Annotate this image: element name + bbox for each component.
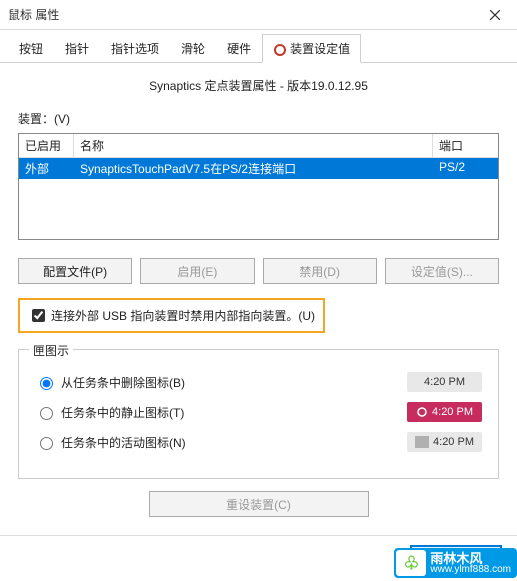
time-chip-1: 4:20 PM [407, 372, 482, 392]
close-button[interactable] [472, 0, 517, 30]
col-port[interactable]: 端口 [433, 134, 498, 157]
disable-internal-checkbox[interactable] [32, 309, 45, 322]
disable-button[interactable]: 禁用(D) [263, 258, 377, 284]
disable-internal-label: 连接外部 USB 指向装置时禁用内部指向装置。(U) [51, 307, 315, 324]
reset-device-button[interactable]: 重设装置(C) [149, 491, 369, 517]
device-table[interactable]: 已启用 名称 端口 外部 SynapticsTouchPadV7.5在PS/2连… [18, 133, 499, 240]
watermark: ♧ 雨林木风 www.ylmf888.com [394, 548, 517, 578]
profile-button[interactable]: 配置文件(P) [18, 258, 132, 284]
usb-disable-option: 连接外部 USB 指向装置时禁用内部指向装置。(U) [18, 298, 325, 333]
device-list-label: 装置：(V) [18, 110, 499, 127]
radio-active-label: 任务条中的活动图标(N) [61, 434, 407, 451]
table-row[interactable]: 外部 SynapticsTouchPadV7.5在PS/2连接端口 PS/2 [19, 158, 498, 179]
close-icon [490, 10, 500, 20]
watermark-url: www.ylmf888.com [430, 565, 511, 575]
tab-device-settings[interactable]: 装置设定值 [262, 34, 361, 63]
tab-wheel[interactable]: 滑轮 [170, 34, 216, 62]
radio-static-icon[interactable] [40, 407, 53, 420]
settings-button[interactable]: 设定值(S)... [385, 258, 499, 284]
cell-port: PS/2 [433, 158, 498, 179]
radio-remove-icon[interactable] [40, 377, 53, 390]
radio-remove-label: 从任务条中删除图标(B) [61, 374, 407, 391]
tab-pointer-options[interactable]: 指针选项 [100, 34, 170, 62]
page-subtitle: Synaptics 定点装置属性 - 版本19.0.12.95 [18, 77, 499, 94]
time-chip-2: 4:20 PM [407, 402, 482, 422]
time-chip-3: 4:20 PM [407, 432, 482, 452]
synaptics-icon [273, 43, 287, 57]
tab-buttons[interactable]: 按钮 [8, 34, 54, 62]
enable-button[interactable]: 启用(E) [140, 258, 254, 284]
cell-enabled: 外部 [19, 158, 74, 179]
tray-icon-group: 匣图示 从任务条中删除图标(B) 4:20 PM 任务条中的静止图标(T) 4:… [18, 349, 499, 479]
cell-name: SynapticsTouchPadV7.5在PS/2连接端口 [74, 158, 433, 179]
window-title: 鼠标 属性 [8, 6, 59, 23]
tab-hardware[interactable]: 硬件 [216, 34, 262, 62]
tab-bar: 按钮 指针 指针选项 滑轮 硬件 装置设定值 [0, 30, 517, 63]
col-enabled[interactable]: 已启用 [19, 134, 74, 157]
synaptics-tray-icon [416, 406, 428, 418]
tab-pointer[interactable]: 指针 [54, 34, 100, 62]
touchpad-tray-icon [415, 436, 429, 448]
col-name[interactable]: 名称 [74, 134, 433, 157]
tray-legend: 匣图示 [29, 342, 73, 359]
watermark-icon: ♧ [396, 550, 426, 576]
radio-static-label: 任务条中的静止图标(T) [61, 404, 407, 421]
radio-active-icon[interactable] [40, 437, 53, 450]
watermark-brand: 雨林木风 [430, 552, 511, 565]
